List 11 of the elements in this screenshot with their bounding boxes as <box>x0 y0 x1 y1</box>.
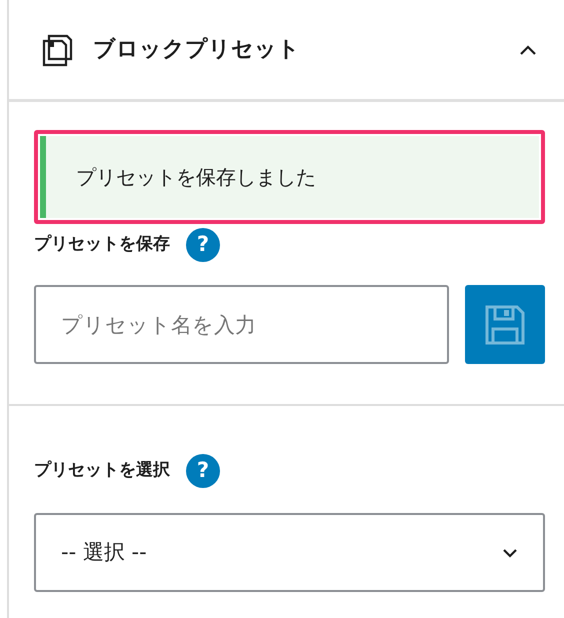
success-notice: プリセットを保存しました <box>40 136 539 218</box>
chevron-icon[interactable] <box>519 44 537 56</box>
panel-title: ブロックプリセット <box>93 36 300 64</box>
section-label: プリセットを選択 <box>34 459 170 482</box>
chevron-down-icon <box>502 548 518 558</box>
preset-name-field[interactable]: プリセット名を入力 <box>34 285 449 364</box>
help-icon[interactable]: ? <box>186 228 220 262</box>
help-icon[interactable]: ? <box>186 454 220 488</box>
preset-select[interactable]: -- 選択 -- <box>34 513 545 592</box>
section-label: プリセットを保存 <box>34 233 170 256</box>
save-icon <box>484 304 526 346</box>
